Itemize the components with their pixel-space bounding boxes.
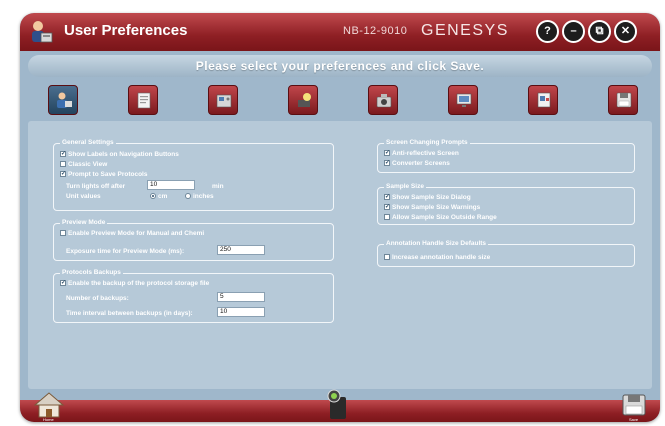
sample-size-group: Sample Size ✓ Show Sample Size Dialog ✓ … [377, 182, 635, 225]
unit-inches-label: inches [193, 193, 214, 200]
general-settings-group: General Settings ✓ Show Labels on Naviga… [53, 138, 334, 211]
prompt-save-checkbox[interactable]: ✓ [60, 171, 66, 177]
nav-display-button[interactable] [448, 85, 478, 115]
backup-interval-input[interactable]: 10 [217, 307, 265, 317]
instrument-icon [216, 94, 232, 108]
lamp-icon [298, 93, 311, 107]
camera-icon [376, 94, 392, 108]
anti-reflective-label: Anti-reflective Screen [392, 150, 459, 157]
enable-backup-label: Enable the backup of the protocol storag… [68, 280, 210, 287]
screen-prompts-group: Screen Changing Prompts ✓ Anti-reflectiv… [377, 138, 635, 173]
classic-view-checkbox[interactable] [60, 161, 66, 167]
nav-lamp-button[interactable] [288, 85, 318, 115]
instrument-status-button[interactable] [321, 387, 355, 421]
home-label: Home [43, 417, 54, 422]
exposure-time-input[interactable]: 250 [217, 245, 265, 255]
window-title: User Preferences [64, 22, 188, 39]
prompt-save-label: Prompt to Save Protocols [68, 171, 148, 178]
nav-document-button[interactable] [128, 85, 158, 115]
group-title: Protocols Backups [60, 268, 123, 278]
show-labels-checkbox[interactable]: ✓ [60, 151, 66, 157]
user-settings-icon [32, 21, 53, 43]
allow-outside-range-checkbox[interactable] [384, 214, 390, 220]
preview-mode-group: Preview Mode Enable Preview Mode for Man… [53, 218, 334, 261]
lights-off-unit: min [212, 183, 224, 190]
enable-backup-checkbox[interactable]: ✓ [60, 280, 66, 286]
group-title: Preview Mode [60, 218, 108, 228]
title-bar: User Preferences NB-12-9010 GENESYS ? – … [20, 13, 660, 51]
show-sample-dialog-checkbox[interactable]: ✓ [384, 194, 390, 200]
enable-preview-label: Enable Preview Mode for Manual and Chemi [68, 230, 205, 237]
backup-interval-label: Time interval between backups (in days): [66, 310, 193, 317]
show-sample-dialog-label: Show Sample Size Dialog [392, 194, 471, 201]
save-label: Save [629, 417, 639, 422]
home-button[interactable]: Home [32, 391, 66, 422]
restore-button[interactable]: ⧉ [588, 20, 611, 43]
model-number: NB-12-9010 [343, 25, 408, 37]
user-settings-icon [57, 92, 72, 108]
nav-user-settings-button[interactable] [48, 85, 78, 115]
show-sample-warnings-checkbox[interactable]: ✓ [384, 204, 390, 210]
preferences-panel: General Settings ✓ Show Labels on Naviga… [28, 121, 652, 389]
lights-off-input[interactable]: 10 [147, 180, 195, 190]
nav-camera-button[interactable] [368, 85, 398, 115]
unit-inches-radio[interactable] [185, 193, 191, 199]
imager-icon [327, 389, 346, 419]
instruction-text: Please select your preferences and click… [195, 59, 485, 73]
group-title: Screen Changing Prompts [384, 138, 470, 148]
allow-outside-range-label: Allow Sample Size Outside Range [392, 214, 497, 221]
converter-screens-checkbox[interactable]: ✓ [384, 160, 390, 166]
preferences-window: User Preferences NB-12-9010 GENESYS ? – … [20, 13, 660, 422]
classic-view-label: Classic View [68, 161, 108, 168]
instruction-bar: Please select your preferences and click… [28, 55, 652, 77]
number-of-backups-label: Number of backups: [66, 295, 129, 302]
increase-handle-size-checkbox[interactable] [384, 254, 390, 260]
unit-values-label: Unit values [66, 193, 101, 200]
close-button[interactable]: ✕ [614, 20, 637, 43]
converter-screens-label: Converter Screens [392, 160, 450, 167]
display-icon [456, 93, 472, 107]
exposure-time-label: Exposure time for Preview Mode (ms): [66, 248, 185, 255]
group-title: Sample Size [384, 182, 426, 192]
group-title: Annotation Handle Size Defaults [384, 239, 489, 249]
protocols-backups-group: Protocols Backups ✓ Enable the backup of… [53, 268, 334, 323]
lights-off-label: Turn lights off after [66, 183, 126, 190]
save-button[interactable]: Save [618, 392, 650, 422]
minimize-button[interactable]: – [562, 20, 585, 43]
save-disk-icon [616, 92, 632, 108]
show-sample-warnings-label: Show Sample Size Warnings [392, 204, 481, 211]
number-of-backups-input[interactable]: 5 [217, 292, 265, 302]
help-button[interactable]: ? [536, 20, 559, 43]
anti-reflective-checkbox[interactable]: ✓ [384, 150, 390, 156]
report-icon [537, 92, 551, 108]
nav-save-button[interactable] [608, 85, 638, 115]
document-icon [137, 92, 151, 109]
nav-report-button[interactable] [528, 85, 558, 115]
unit-cm-radio[interactable] [150, 193, 156, 199]
group-title: General Settings [60, 138, 116, 148]
nav-instrument-button[interactable] [208, 85, 238, 115]
show-labels-label: Show Labels on Navigation Buttons [68, 151, 179, 158]
annotation-defaults-group: Annotation Handle Size Defaults Increase… [377, 239, 635, 267]
unit-cm-label: cm [158, 193, 168, 200]
enable-preview-checkbox[interactable] [60, 230, 66, 236]
brand-logo: GENESYS [421, 22, 509, 39]
increase-handle-size-label: Increase annotation handle size [392, 254, 491, 261]
